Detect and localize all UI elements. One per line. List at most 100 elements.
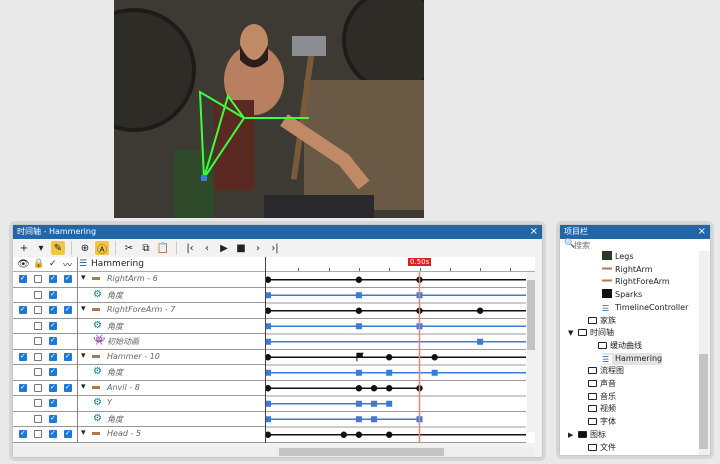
copy-button[interactable]: ⧉ xyxy=(139,241,153,255)
enable-checkbox[interactable] xyxy=(49,383,57,392)
keyframe[interactable] xyxy=(386,354,393,361)
tree-item[interactable]: RightArm xyxy=(602,263,652,276)
game-viewport[interactable] xyxy=(114,0,424,218)
lock-checkbox[interactable] xyxy=(34,275,42,283)
enable-checkbox[interactable] xyxy=(49,352,57,361)
keyframe[interactable] xyxy=(371,400,378,407)
tree-item[interactable]: Legs xyxy=(602,251,633,263)
keyframe[interactable] xyxy=(266,354,272,361)
playhead-label[interactable]: 0.50s xyxy=(408,258,432,266)
lock-icon[interactable]: 🔒 xyxy=(33,259,44,269)
enable-checkbox[interactable] xyxy=(49,274,57,283)
keyframe[interactable] xyxy=(355,307,363,314)
keyframe[interactable] xyxy=(355,292,362,299)
curve-checkbox[interactable] xyxy=(64,305,72,314)
expanded-arrow-icon[interactable]: ▼ xyxy=(568,327,573,339)
track-row[interactable]: ▾ RightForeArm - 7 xyxy=(13,303,265,319)
keyframe[interactable] xyxy=(386,431,393,438)
enable-checkbox[interactable] xyxy=(49,414,57,423)
tree-item[interactable]: 视频 xyxy=(588,403,616,415)
keyframe[interactable] xyxy=(266,276,272,283)
enable-checkbox[interactable] xyxy=(49,367,57,376)
add-dropdown-button[interactable]: ▾ xyxy=(34,241,48,255)
keyframe[interactable] xyxy=(386,400,393,407)
tree-item[interactable]: ☰ TimelineController xyxy=(602,302,688,314)
lock-checkbox[interactable] xyxy=(34,383,42,392)
project-scrollbar[interactable] xyxy=(699,251,708,455)
track-row[interactable]: ▾ RightArm - 6 xyxy=(13,272,265,288)
tree-item[interactable]: 声音 xyxy=(588,378,616,390)
track-list-scrollbar[interactable] xyxy=(13,447,265,457)
visible-checkbox[interactable] xyxy=(19,352,27,361)
curve-icon[interactable]: 〰 xyxy=(63,258,72,271)
lock-checkbox[interactable] xyxy=(34,290,42,299)
lock-checkbox[interactable] xyxy=(34,368,42,376)
collapsed-arrow-icon[interactable]: ▶ xyxy=(568,429,573,441)
expand-arrow-icon[interactable]: ▾ xyxy=(81,273,86,283)
stop-button[interactable]: ■ xyxy=(234,241,248,255)
visible-checkbox[interactable] xyxy=(19,429,27,438)
expand-arrow-icon[interactable]: ▾ xyxy=(81,304,86,314)
vertical-scrollbar[interactable] xyxy=(527,272,535,432)
lock-checkbox[interactable] xyxy=(34,352,42,361)
keyframe[interactable] xyxy=(371,416,378,423)
keyframe[interactable] xyxy=(355,323,362,330)
keyframe[interactable] xyxy=(370,385,378,392)
track-row[interactable]: ⚙ 角度 xyxy=(13,319,265,334)
lock-checkbox[interactable] xyxy=(34,430,42,438)
tree-item[interactable]: 缓动曲线 xyxy=(598,340,642,352)
keyframe[interactable] xyxy=(266,431,272,438)
track-area[interactable]: 0.50s xyxy=(265,257,535,443)
keyframe[interactable] xyxy=(355,385,363,392)
keyframe[interactable] xyxy=(266,385,272,392)
lock-checkbox[interactable] xyxy=(34,321,42,330)
eye-icon[interactable]: 👁 xyxy=(17,259,30,270)
edit-mode-button[interactable]: ✎ xyxy=(51,241,65,255)
track-row[interactable]: ⚙ 角度 xyxy=(13,288,265,303)
visible-checkbox[interactable] xyxy=(19,383,27,392)
keyframe[interactable] xyxy=(266,292,271,299)
next-frame-button[interactable]: › xyxy=(251,241,265,255)
lock-checkbox[interactable] xyxy=(34,306,42,314)
curve-checkbox[interactable] xyxy=(64,429,72,438)
curve-checkbox[interactable] xyxy=(64,274,72,283)
tree-item[interactable]: 流程图 xyxy=(588,365,624,377)
keyframe[interactable] xyxy=(266,338,271,345)
keyframe[interactable] xyxy=(266,400,271,407)
lock-checkbox[interactable] xyxy=(34,414,42,423)
paste-button[interactable]: 📋 xyxy=(156,241,170,255)
flag-marker-icon[interactable] xyxy=(356,352,364,362)
enable-checkbox[interactable] xyxy=(49,305,57,314)
keyframe[interactable] xyxy=(355,431,363,438)
tree-item[interactable]: Sparks xyxy=(602,289,642,301)
keyframe[interactable] xyxy=(266,307,272,314)
tree-item[interactable]: ☰ Hammering xyxy=(602,352,663,365)
track-row[interactable]: ▾ Head - 5 xyxy=(13,427,265,443)
keyframe-canvas[interactable] xyxy=(266,272,534,443)
expand-arrow-icon[interactable]: ▾ xyxy=(81,351,86,361)
track-row[interactable]: ▾ Hammer - 10 xyxy=(13,350,265,365)
close-icon[interactable]: × xyxy=(530,225,538,239)
enable-checkbox[interactable] xyxy=(49,429,57,438)
check-icon[interactable]: ✓ xyxy=(49,259,57,269)
tree-item[interactable]: 文件 xyxy=(588,442,616,454)
enable-checkbox[interactable] xyxy=(49,290,57,299)
time-ruler[interactable]: 0.50s xyxy=(266,257,535,272)
keyframe[interactable] xyxy=(477,338,484,345)
keyframe[interactable] xyxy=(431,369,438,376)
add-key-button[interactable]: ⊕ xyxy=(78,241,92,255)
go-end-button[interactable]: ›| xyxy=(268,241,282,255)
visible-checkbox[interactable] xyxy=(19,274,27,283)
keyframe[interactable] xyxy=(355,400,362,407)
keyframe[interactable] xyxy=(355,276,363,283)
curve-checkbox[interactable] xyxy=(64,383,72,392)
enable-checkbox[interactable] xyxy=(49,321,57,330)
keyframe[interactable] xyxy=(355,416,362,423)
auto-key-button[interactable]: Ⓐ xyxy=(95,241,109,256)
enable-checkbox[interactable] xyxy=(49,336,57,345)
keyframe[interactable] xyxy=(431,354,438,361)
visible-checkbox[interactable] xyxy=(19,305,27,314)
keyframe[interactable] xyxy=(355,369,362,376)
keyframe[interactable] xyxy=(266,323,271,330)
expand-arrow-icon[interactable]: ▾ xyxy=(81,428,86,438)
